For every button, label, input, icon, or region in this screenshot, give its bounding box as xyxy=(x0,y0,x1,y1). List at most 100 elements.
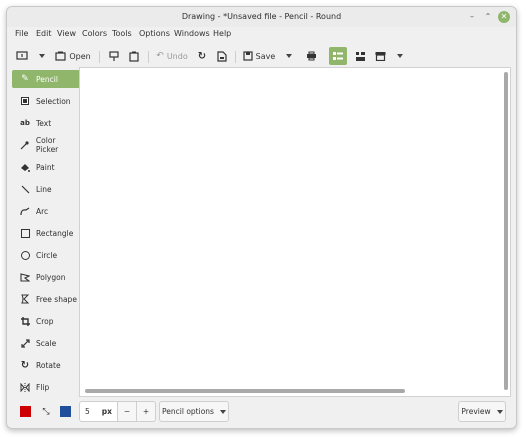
undo-button[interactable]: ↶ Undo xyxy=(155,47,189,65)
circle-icon xyxy=(18,250,32,260)
drawing-canvas[interactable] xyxy=(79,67,511,397)
tool-circle[interactable]: Circle xyxy=(12,246,80,264)
tool-text[interactable]: ab Text xyxy=(12,114,80,132)
tool-options-menu-button[interactable]: Pencil options xyxy=(159,401,229,422)
menu-options[interactable]: Options xyxy=(139,29,170,38)
text-icon: ab xyxy=(20,119,30,127)
new-image-icon xyxy=(16,51,28,60)
flip-icon xyxy=(18,382,32,392)
redo-button[interactable]: ↻ xyxy=(195,47,209,65)
open-file-icon xyxy=(55,51,66,61)
tool-rectangle[interactable]: Rectangle xyxy=(12,224,80,242)
tools-panel-toggle[interactable] xyxy=(329,47,347,65)
tool-crop[interactable]: Crop xyxy=(12,312,80,330)
paste-button[interactable] xyxy=(107,47,121,65)
tool-label: Color Picker xyxy=(35,136,59,154)
open-button[interactable]: Open xyxy=(55,47,91,65)
horizontal-scrollbar[interactable] xyxy=(85,389,405,393)
print-icon xyxy=(306,51,316,61)
left-color-button[interactable] xyxy=(20,406,31,417)
more-options-dropdown[interactable] xyxy=(395,47,405,65)
export-button[interactable] xyxy=(215,47,229,65)
tool-label: Arc xyxy=(36,206,49,216)
save-dropdown[interactable] xyxy=(284,47,294,65)
chevron-down-icon xyxy=(286,54,292,58)
menu-view[interactable]: View xyxy=(57,29,76,38)
undo-label: Undo xyxy=(166,51,188,61)
paint-bucket-icon xyxy=(18,163,32,172)
tool-label: Pencil xyxy=(36,74,58,84)
menu-windows[interactable]: Windows xyxy=(174,29,210,38)
app-window: Drawing - *Unsaved file - Pencil - Round… xyxy=(6,6,517,429)
chevron-down-icon xyxy=(39,54,45,58)
size-spinbutton[interactable]: 5 px xyxy=(79,401,119,422)
tool-color-picker[interactable]: Color Picker xyxy=(12,136,80,154)
title-bar: Drawing - *Unsaved file - Pencil - Round… xyxy=(7,7,516,27)
image-options-icon xyxy=(355,51,365,61)
toolbar-separator xyxy=(99,51,100,63)
rotate-icon: ↻ xyxy=(20,359,30,371)
tool-selection[interactable]: Selection xyxy=(12,92,80,110)
tool-paint[interactable]: Paint xyxy=(12,158,80,176)
tools-sidebar: ✎ Pencil Selection ab Text Color Picker … xyxy=(12,70,80,396)
tool-label: Polygon xyxy=(36,272,66,282)
tool-polygon[interactable]: Polygon xyxy=(12,268,80,286)
right-color-button[interactable] xyxy=(60,406,71,417)
pencil-icon: ✎ xyxy=(21,74,29,84)
tool-line[interactable]: Line xyxy=(12,180,80,198)
new-image-dropdown[interactable] xyxy=(37,47,47,65)
line-icon xyxy=(18,185,32,194)
save-icon xyxy=(243,51,253,61)
tool-label: Selection xyxy=(36,96,71,106)
crop-icon xyxy=(18,316,32,326)
toolbar-separator xyxy=(148,51,149,63)
menu-tools[interactable]: Tools xyxy=(112,29,132,38)
tool-label: Free shape xyxy=(36,294,77,304)
tool-label: Flip xyxy=(36,382,50,392)
tool-label: Text xyxy=(36,118,52,128)
print-button[interactable] xyxy=(304,47,318,65)
scale-icon xyxy=(18,338,32,348)
window-title: Drawing - *Unsaved file - Pencil - Round xyxy=(181,12,342,21)
menu-edit[interactable]: Edit xyxy=(36,29,52,38)
size-increase-button[interactable]: + xyxy=(136,401,156,422)
tool-label: Scale xyxy=(36,338,57,348)
swap-icon: ⤡ xyxy=(42,407,50,417)
size-value: 5 xyxy=(85,407,90,416)
tool-label: Rectangle xyxy=(36,228,74,238)
tool-flip[interactable]: Flip xyxy=(12,378,80,396)
rectangle-icon xyxy=(18,228,32,238)
tool-scale[interactable]: Scale xyxy=(12,334,80,352)
menu-file[interactable]: File xyxy=(15,29,28,38)
clipboard-button[interactable] xyxy=(127,47,141,65)
exchange-colors-button[interactable]: ⤡ xyxy=(39,403,53,421)
tool-arc[interactable]: Arc xyxy=(12,202,80,220)
arc-icon xyxy=(18,207,32,216)
save-button[interactable]: Save xyxy=(242,47,276,65)
menu-help[interactable]: Help xyxy=(213,29,231,38)
image-options-button[interactable] xyxy=(353,47,367,65)
tool-rotate[interactable]: ↻ Rotate xyxy=(12,356,80,374)
tool-pencil[interactable]: ✎ Pencil xyxy=(12,70,80,88)
new-image-button[interactable] xyxy=(15,47,29,65)
vertical-scrollbar[interactable] xyxy=(504,72,508,390)
menu-colors[interactable]: Colors xyxy=(82,29,107,38)
archive-button[interactable] xyxy=(373,47,387,65)
tool-free-shape[interactable]: Free shape xyxy=(12,290,80,308)
menu-bar: File Edit View Colors Tools Options Wind… xyxy=(7,27,516,43)
tool-label: Rotate xyxy=(36,360,61,370)
chevron-down-icon xyxy=(219,409,226,414)
clipboard-icon xyxy=(129,51,139,62)
minimize-button[interactable]: – xyxy=(466,11,478,23)
undo-icon: ↶ xyxy=(156,51,164,61)
export-icon xyxy=(217,50,227,62)
maximize-button[interactable]: ⌃ xyxy=(482,11,494,23)
chevron-down-icon xyxy=(397,54,403,58)
polygon-icon xyxy=(18,272,32,282)
options-bar: ⤡ 5 px − + Pencil options Preview xyxy=(7,397,516,428)
close-button[interactable]: ✕ xyxy=(498,11,510,23)
preview-label: Preview xyxy=(461,407,491,416)
size-decrease-button[interactable]: − xyxy=(117,401,137,422)
redo-icon: ↻ xyxy=(197,50,207,62)
preview-menu-button[interactable]: Preview xyxy=(458,401,506,422)
